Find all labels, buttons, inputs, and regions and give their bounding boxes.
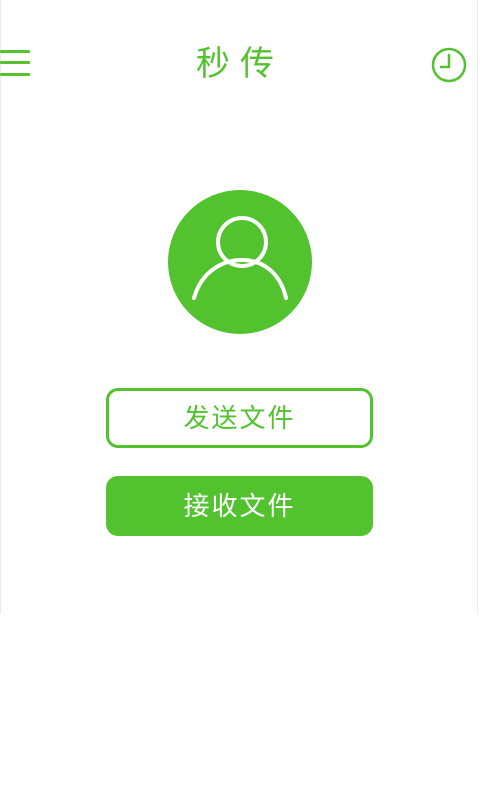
receive-file-button[interactable]: 接收文件 bbox=[106, 476, 373, 536]
history-button[interactable] bbox=[430, 46, 468, 84]
clock-icon bbox=[431, 47, 467, 83]
avatar bbox=[168, 190, 312, 334]
screen: 秒传 发送文件 接收文件 bbox=[0, 0, 480, 800]
page-title: 秒传 bbox=[196, 44, 284, 84]
send-file-button[interactable]: 发送文件 bbox=[106, 388, 373, 448]
title-bar: 秒传 bbox=[0, 0, 480, 128]
user-avatar-icon bbox=[192, 216, 288, 300]
